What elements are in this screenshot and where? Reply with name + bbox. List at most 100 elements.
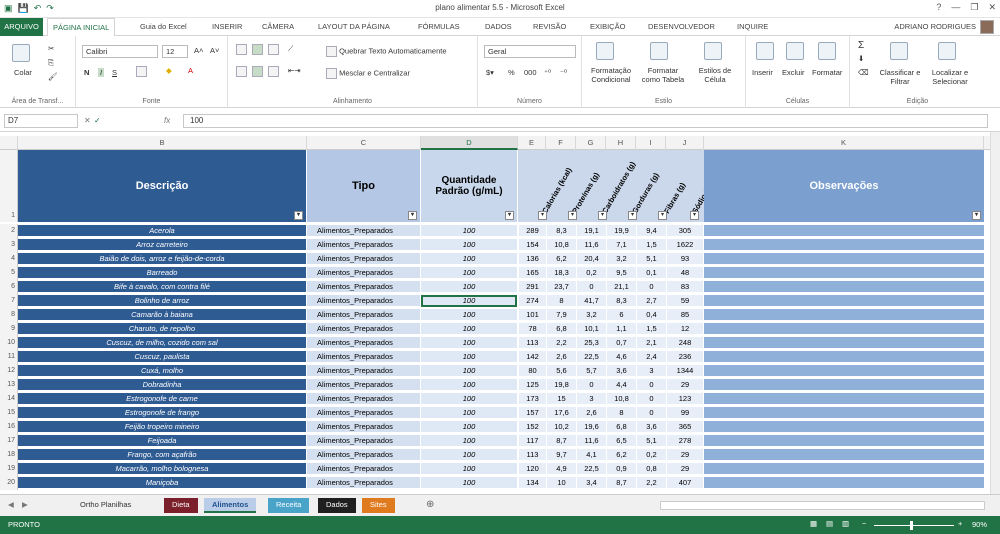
cell-tipo[interactable]: Alimentos_Preparados <box>307 477 420 489</box>
zoom-out-icon[interactable]: − <box>862 519 866 528</box>
cell-tipo[interactable]: Alimentos_Preparados <box>307 393 420 405</box>
cell-f[interactable]: 9,7 <box>547 449 576 461</box>
page-layout-icon[interactable]: ▤ <box>826 519 833 528</box>
cell-j[interactable]: 365 <box>667 421 703 433</box>
cell-g[interactable]: 25,3 <box>577 337 606 349</box>
clear-icon[interactable]: ⌫ <box>858 68 869 77</box>
tab-formulas[interactable]: FÓRMULAS <box>418 22 460 31</box>
align-center-icon[interactable] <box>252 66 263 77</box>
sheet-tab[interactable]: Receita <box>268 498 310 513</box>
tab-camera[interactable]: CÂMERA <box>262 22 294 31</box>
horizontal-scrollbar[interactable] <box>660 501 985 510</box>
tab-guia-excel[interactable]: Guia do Excel <box>140 22 187 31</box>
cell-h[interactable]: 6,8 <box>607 421 636 433</box>
filter-tipo-button[interactable]: ▾ <box>408 211 417 220</box>
cell-h[interactable]: 1,1 <box>607 323 636 335</box>
cell-e[interactable]: 136 <box>519 253 546 265</box>
cell-tipo[interactable]: Alimentos_Preparados <box>307 309 420 321</box>
cell-h[interactable]: 7,1 <box>607 239 636 251</box>
copy-icon[interactable]: ⎘ <box>48 58 54 68</box>
shrink-font-icon[interactable]: A˅ <box>210 46 219 55</box>
cell-f[interactable]: 23,7 <box>547 281 576 293</box>
cell-h[interactable]: 0,9 <box>607 463 636 475</box>
cell-g[interactable]: 0,2 <box>577 267 606 279</box>
cell-i[interactable]: 0 <box>637 281 666 293</box>
row-header[interactable]: 8 <box>0 308 18 322</box>
cell-g[interactable]: 11,6 <box>577 239 606 251</box>
filter-proteinas-button[interactable]: ▾ <box>568 211 577 220</box>
cell-tipo[interactable]: Alimentos_Preparados <box>307 253 420 265</box>
cell-j[interactable]: 12 <box>667 323 703 335</box>
cell-descricao[interactable]: Baião de dois, arroz e feijão-de-corda <box>18 253 306 265</box>
vertical-scrollbar[interactable] <box>990 132 1000 494</box>
cell-descricao[interactable]: Charuto, de repolho <box>18 323 306 335</box>
cell-f[interactable]: 17,6 <box>547 407 576 419</box>
row-header[interactable]: 4 <box>0 252 18 266</box>
row-header[interactable]: 16 <box>0 420 18 434</box>
cell-g[interactable]: 19,6 <box>577 421 606 433</box>
cell-quantidade[interactable]: 100 <box>421 267 517 279</box>
cell-descricao[interactable]: Estrogonofe de frango <box>18 407 306 419</box>
cell-f[interactable]: 8,3 <box>547 225 576 237</box>
cell-g[interactable]: 0 <box>577 281 606 293</box>
cell-f[interactable]: 15 <box>547 393 576 405</box>
row-header[interactable]: 17 <box>0 434 18 448</box>
cell-h[interactable]: 6,2 <box>607 449 636 461</box>
cell-j[interactable]: 1622 <box>667 239 703 251</box>
cell-descricao[interactable]: Cuxá, molho <box>18 365 306 377</box>
row-header[interactable]: 2 <box>0 224 18 238</box>
next-sheet-icon[interactable]: ▶ <box>22 500 28 509</box>
zoom-slider-thumb[interactable] <box>910 521 913 530</box>
cell-quantidade[interactable]: 100 <box>421 239 517 251</box>
tab-revisao[interactable]: REVISÃO <box>533 22 566 31</box>
cell-e[interactable]: 142 <box>519 351 546 363</box>
cell-tipo[interactable]: Alimentos_Preparados <box>307 225 420 237</box>
cell-descricao[interactable]: Barreado <box>18 267 306 279</box>
row-header[interactable]: 19 <box>0 462 18 476</box>
bold-icon[interactable]: N <box>84 68 89 77</box>
cell-i[interactable]: 2,2 <box>637 477 666 489</box>
cell-i[interactable]: 3 <box>637 365 666 377</box>
cell-g[interactable]: 5,7 <box>577 365 606 377</box>
select-all-corner[interactable] <box>0 136 18 150</box>
cell-observacoes[interactable] <box>704 449 984 461</box>
cell-descricao[interactable]: Frango, com açafrão <box>18 449 306 461</box>
cell-e[interactable]: 117 <box>519 435 546 447</box>
cell-j[interactable]: 83 <box>667 281 703 293</box>
align-right-icon[interactable] <box>268 66 279 77</box>
sheet-tab[interactable]: Sites <box>362 498 395 513</box>
align-middle-icon[interactable] <box>252 44 263 55</box>
column-header-f[interactable]: F <box>546 136 576 150</box>
cell-styles-button[interactable]: Estilos de Célula <box>690 66 740 84</box>
cell-descricao[interactable]: Acerola <box>18 225 306 237</box>
cell-f[interactable]: 8 <box>547 295 576 307</box>
filter-quantidade-button[interactable]: ▾ <box>505 211 514 220</box>
format-table-button[interactable]: Formatar como Tabela <box>638 66 688 84</box>
row-header[interactable]: 10 <box>0 336 18 350</box>
cell-h[interactable]: 19,9 <box>607 225 636 237</box>
cell-f[interactable]: 6,2 <box>547 253 576 265</box>
cell-observacoes[interactable] <box>704 309 984 321</box>
format-painter-icon[interactable]: 🖌 <box>48 72 58 81</box>
cell-g[interactable]: 3,2 <box>577 309 606 321</box>
cell-e[interactable]: 113 <box>519 337 546 349</box>
cell-j[interactable]: 48 <box>667 267 703 279</box>
tab-exibicao[interactable]: EXIBIÇÃO <box>590 22 625 31</box>
row-header[interactable]: 3 <box>0 238 18 252</box>
sort-filter-icon[interactable] <box>890 42 908 62</box>
formula-input[interactable]: 100 <box>183 114 988 128</box>
cell-h[interactable]: 6,5 <box>607 435 636 447</box>
cell-descricao[interactable]: Arroz carreteiro <box>18 239 306 251</box>
cell-descricao[interactable]: Macarrão, molho bolognesa <box>18 463 306 475</box>
font-size-select[interactable]: 12 <box>162 45 188 58</box>
autosum-icon[interactable]: Σ <box>858 40 864 51</box>
cell-i[interactable]: 1,5 <box>637 239 666 251</box>
sheet-tab[interactable]: Dados <box>318 498 356 513</box>
cell-e[interactable]: 78 <box>519 323 546 335</box>
cell-h[interactable]: 8,3 <box>607 295 636 307</box>
cell-observacoes[interactable] <box>704 365 984 377</box>
cell-descricao[interactable]: Bife à cavalo, com contra filé <box>18 281 306 293</box>
cell-j[interactable]: 278 <box>667 435 703 447</box>
cell-e[interactable]: 113 <box>519 449 546 461</box>
cell-f[interactable]: 7,9 <box>547 309 576 321</box>
